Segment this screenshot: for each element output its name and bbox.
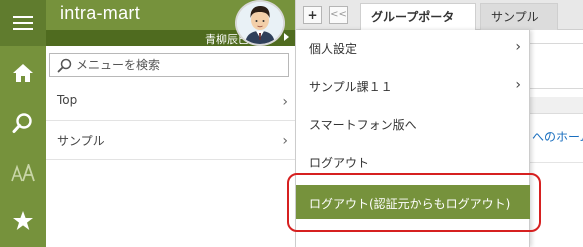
chevron-right-icon: ›: [282, 94, 288, 110]
menu-item-personal-settings[interactable]: 個人設定 ›: [296, 30, 530, 68]
menu-item-label: サンプル: [57, 134, 105, 148]
add-tab-button[interactable]: +: [303, 6, 322, 24]
menu-search-input[interactable]: [76, 55, 286, 75]
search-icon: [57, 58, 72, 73]
chevron-right-icon: ›: [515, 77, 521, 93]
hamburger-icon: [13, 16, 33, 30]
caret-right-icon: [284, 33, 289, 41]
menu-item-top[interactable]: Top ›: [46, 83, 295, 121]
tab-group-portal[interactable]: グループポータル: [360, 3, 476, 50]
avatar[interactable]: [235, 0, 285, 46]
menu-item-label: スマートフォン版へ: [309, 118, 417, 132]
search-icon: [12, 113, 32, 133]
menu-item-label: 個人設定: [309, 42, 358, 56]
font-size-button[interactable]: [0, 150, 46, 196]
home-button[interactable]: [0, 50, 46, 96]
home-link[interactable]: へのホーム: [532, 128, 583, 145]
highlight-annotation: [287, 173, 541, 232]
home-icon: [13, 64, 33, 82]
icon-rail: [0, 0, 46, 247]
portal-tab-bar: + << グループポータル サンプル: [296, 0, 583, 50]
search-button[interactable]: [0, 100, 46, 146]
favorites-button[interactable]: [0, 198, 46, 244]
brand-logo-text: intra-mart: [60, 3, 141, 23]
chevron-right-icon: ›: [515, 39, 521, 55]
menu-item-label: ログアウト: [309, 156, 370, 170]
divider: [530, 88, 583, 89]
tab-sample[interactable]: サンプル: [480, 3, 558, 30]
divider: [530, 43, 583, 44]
menu-toggle-button[interactable]: [0, 0, 46, 46]
star-icon: [13, 211, 33, 230]
menu-item-smartphone-version[interactable]: スマートフォン版へ: [296, 106, 530, 144]
menu-item-label: Top: [57, 93, 78, 107]
menu-item-sample[interactable]: サンプル ›: [46, 122, 295, 160]
divider: [530, 162, 583, 163]
user-avatar-icon: [237, 2, 283, 44]
chevron-right-icon: ›: [282, 133, 288, 149]
scroll-tabs-left-button[interactable]: <<: [329, 6, 348, 24]
menu-item-sample-section[interactable]: サンプル課１１ ›: [296, 68, 530, 106]
portlet-header: [530, 97, 583, 114]
font-size-icon: [11, 164, 35, 182]
menu-search-box[interactable]: [49, 53, 289, 77]
menu-item-label: サンプル課１１: [309, 80, 393, 94]
